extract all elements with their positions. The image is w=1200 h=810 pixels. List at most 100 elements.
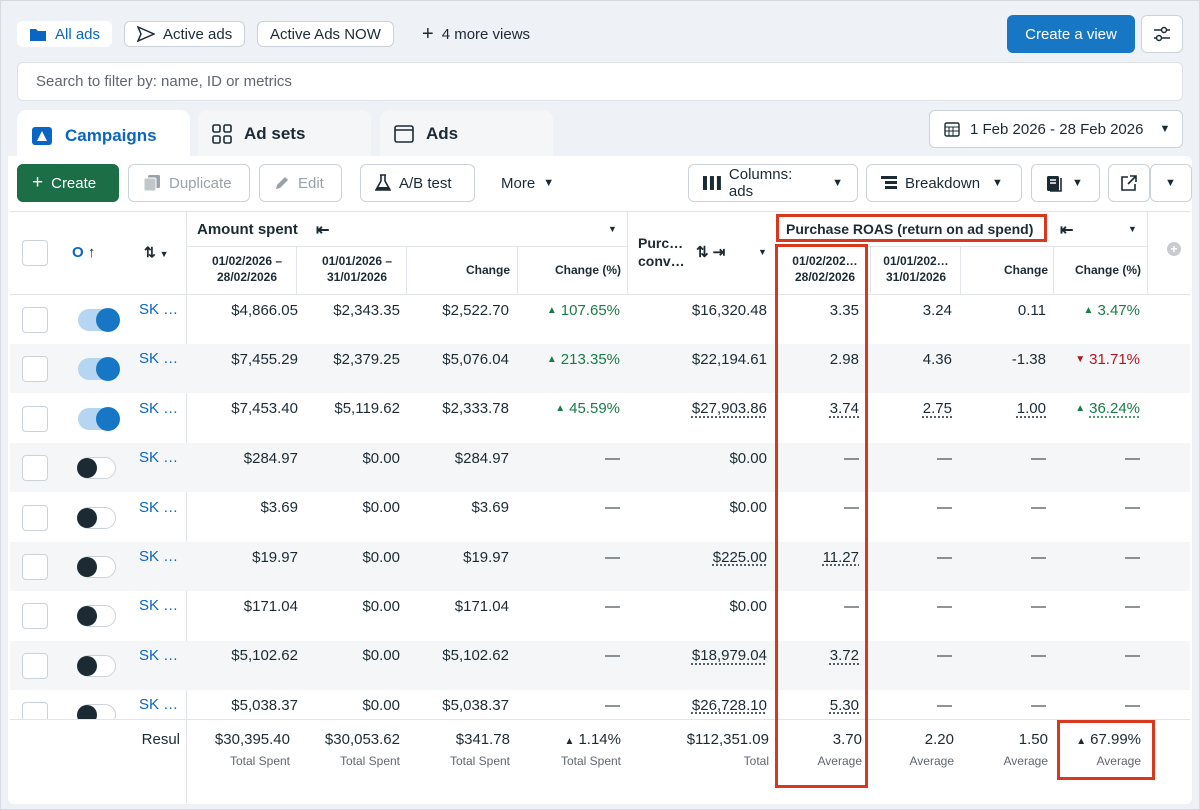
- roas-change-header[interactable]: Change: [960, 263, 1048, 277]
- amount-period-a-header[interactable]: 01/02/2026 – 28/02/2026: [198, 253, 296, 285]
- off-on-sort-header[interactable]: O ↑: [72, 244, 95, 261]
- amount-change-pct-header[interactable]: Change (%): [517, 263, 621, 277]
- campaign-toggle[interactable]: [78, 357, 120, 382]
- row-checkbox[interactable]: [22, 307, 48, 333]
- roas-period-b-cell: —: [870, 493, 952, 523]
- ab-test-button[interactable]: A/B test: [360, 164, 475, 202]
- row-checkbox[interactable]: [22, 504, 48, 531]
- total-change-pct: ▲ 1.14%: [521, 731, 621, 748]
- campaign-name-link[interactable]: SK …: [139, 548, 178, 565]
- amount-change-pct-cell: ▲ 107.65%: [517, 295, 620, 325]
- row-checkbox[interactable]: [22, 652, 48, 679]
- chevron-down-icon[interactable]: ▼: [758, 247, 767, 257]
- total-purchase-conv: $112,351.09: [686, 731, 769, 748]
- amount-change-cell: $5,102.62: [406, 641, 509, 671]
- table-row[interactable]: SK … $5,102.62 $0.00 $5,102.62— $18,979.04 3.…: [10, 640, 1190, 690]
- chevron-down-icon: ▼: [992, 177, 1003, 189]
- roas-period-b-header[interactable]: 01/01/202… 31/01/2026: [872, 253, 960, 285]
- view-active-now-label: Active Ads NOW: [270, 25, 381, 43]
- tab-ad-sets[interactable]: Ad sets: [198, 110, 371, 158]
- row-checkbox[interactable]: [22, 455, 48, 482]
- purchase-conversion-cell: $0.00: [627, 443, 767, 473]
- collapse-left-icon[interactable]: ⇤: [316, 220, 329, 240]
- table-row[interactable]: SK … $7,455.29 $2,379.25 $5,076.04 ▲ 213.35% $…: [10, 344, 1190, 394]
- search-input[interactable]: Search to filter by: name, ID or metrics: [17, 62, 1183, 101]
- more-views-label: 4 more views: [441, 25, 531, 43]
- add-column-icon[interactable]: +: [1167, 242, 1181, 256]
- roas-change-value: —: [1031, 696, 1046, 714]
- tab-ads[interactable]: Ads: [380, 110, 553, 158]
- roas-period-b-value: 2.75: [922, 400, 952, 418]
- breakdown-button[interactable]: Breakdown ▼: [866, 164, 1022, 202]
- row-checkbox[interactable]: [22, 603, 48, 630]
- amount-spent-header[interactable]: Amount spent: [197, 221, 298, 238]
- view-settings-button[interactable]: [1141, 15, 1183, 53]
- reports-button[interactable]: ▼: [1031, 164, 1100, 202]
- campaign-toggle[interactable]: [78, 308, 120, 332]
- roas-change-value: —: [1031, 647, 1046, 665]
- amount-spent-a-cell: $171.04: [198, 591, 298, 621]
- table-row[interactable]: SK … $3.69 $0.00 $3.69— $0.00— — — —: [10, 493, 1190, 542]
- table-row[interactable]: SK … $171.04 $0.00 $171.04— $0.00— — — —: [10, 591, 1190, 640]
- table-row[interactable]: SK … $284.97 $0.00 $284.97— $0.00— — — —: [10, 443, 1190, 493]
- toggle-knob: [96, 406, 120, 431]
- collapse-left-icon[interactable]: ⇤: [1060, 220, 1073, 240]
- total-change-pct-label: Total Spent: [560, 754, 621, 768]
- campaign-name-link[interactable]: SK …: [139, 647, 178, 664]
- row-checkbox[interactable]: [22, 554, 48, 580]
- select-all-checkbox[interactable]: [22, 240, 48, 266]
- table-row[interactable]: SK … $4,866.05 $2,343.35 $2,522.70 ▲ 107.65% $…: [10, 295, 1190, 344]
- amount-change-cell: $5,076.04: [406, 344, 509, 374]
- table-row[interactable]: SK … $19.97 $0.00 $19.97— $225.00 11.27— — —: [10, 542, 1190, 591]
- campaign-name-link[interactable]: SK …: [139, 696, 178, 713]
- create-button[interactable]: + Create: [17, 164, 119, 202]
- highlight-roas-column: [775, 244, 868, 788]
- roas-period-b-value: —: [937, 696, 952, 714]
- row-checkbox[interactable]: [22, 356, 48, 383]
- roas-change-pct-header[interactable]: Change (%): [1053, 263, 1141, 277]
- amount-change-header[interactable]: Change: [406, 263, 510, 277]
- campaign-toggle[interactable]: [78, 406, 120, 431]
- view-all-ads[interactable]: All ads: [17, 21, 113, 47]
- tab-campaigns[interactable]: Campaigns: [17, 110, 190, 162]
- campaign-toggle[interactable]: [77, 654, 116, 677]
- sort-collapse-icons[interactable]: ⇅ ⇥: [696, 243, 725, 261]
- purchase-conversion-header[interactable]: Purc… conv…: [638, 234, 685, 270]
- purchase-conversion-cell: $0.00: [627, 591, 767, 621]
- total-spent-a: $30,395.40: [214, 731, 290, 748]
- campaign-name-link[interactable]: SK …: [139, 301, 178, 318]
- amount-change-value: $3.69: [471, 499, 509, 517]
- amount-period-b-header[interactable]: 01/01/2026 – 31/01/2026: [308, 253, 406, 285]
- chevron-down-icon[interactable]: ▼: [1128, 224, 1137, 234]
- columns-button[interactable]: Columns: ads ▼: [688, 164, 858, 202]
- toggle-knob: [77, 655, 97, 676]
- campaign-toggle[interactable]: [77, 605, 116, 628]
- roas-period-b-cell: 3.24: [870, 295, 952, 325]
- create-view-button[interactable]: Create a view: [1007, 15, 1135, 53]
- campaign-name-link[interactable]: SK …: [139, 449, 178, 466]
- campaign-name-link[interactable]: SK …: [139, 350, 178, 367]
- campaign-toggle[interactable]: [77, 457, 116, 480]
- view-active-ads[interactable]: Active ads: [124, 21, 246, 47]
- table-row[interactable]: SK … $7,453.40 $5,119.62 $2,333.78 ▲ 45.59% $2…: [10, 394, 1190, 443]
- more-button[interactable]: More ▼: [487, 164, 575, 202]
- edit-button[interactable]: Edit: [259, 164, 342, 202]
- campaign-toggle[interactable]: [77, 506, 116, 529]
- results-label: Resul: [141, 731, 180, 748]
- chevron-down-icon[interactable]: ▼: [608, 224, 617, 234]
- duplicate-button[interactable]: Duplicate: [128, 164, 250, 202]
- duplicate-label: Duplicate: [169, 174, 232, 192]
- row-checkbox[interactable]: [22, 405, 48, 432]
- date-range-picker[interactable]: 1 Feb 2026 - 28 Feb 2026 ▼: [929, 110, 1183, 148]
- campaign-name-link[interactable]: SK …: [139, 499, 178, 516]
- campaign-name-link[interactable]: SK …: [139, 597, 178, 614]
- campaign-toggle[interactable]: [77, 556, 116, 578]
- highlight-roas-change-total: [1057, 720, 1155, 780]
- sort-menu[interactable]: ⇅ ▼: [144, 244, 169, 261]
- view-active-now[interactable]: Active Ads NOW: [257, 21, 394, 47]
- campaign-name-link[interactable]: SK …: [139, 400, 178, 417]
- more-views-button[interactable]: + 4 more views: [410, 21, 542, 47]
- amount-spent-b-value: $0.00: [362, 597, 400, 615]
- export-menu-button[interactable]: ▼: [1150, 164, 1192, 202]
- export-button[interactable]: [1108, 164, 1150, 202]
